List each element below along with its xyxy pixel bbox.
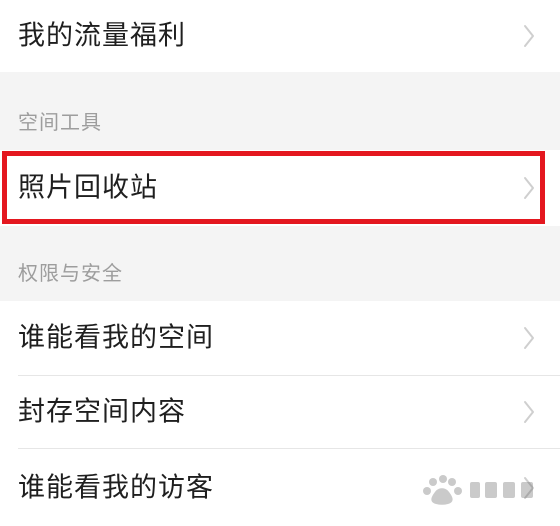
menu-item-label: 我的流量福利 [18,20,186,52]
menu-item-photo-recycle[interactable]: 照片回收站 [0,150,560,226]
section-title: 空间工具 [18,110,102,134]
baidu-jingyan-logo [415,470,550,510]
menu-item-label: 谁能看我的空间 [18,322,214,354]
menu-item-label: 谁能看我的访客 [18,472,214,503]
chevron-right-icon [523,176,535,200]
chevron-right-icon [523,326,535,350]
section-header-permissions-security: 权限与安全 [0,226,560,301]
section-header-space-tools: 空间工具 [0,72,560,150]
section-title: 权限与安全 [18,261,123,285]
menu-item-label: 封存空间内容 [18,396,186,428]
menu-item-who-can-view-space[interactable]: 谁能看我的空间 [0,301,560,375]
chevron-right-icon [523,400,535,424]
menu-item-archive-space-content[interactable]: 封存空间内容 [0,376,560,448]
chevron-right-icon [523,24,535,48]
settings-screen: 我的流量福利 空间工具 照片回收站 权限与安全 谁能看我的空间 封存空间内容 谁… [0,0,560,526]
menu-item-label: 照片回收站 [18,172,158,204]
menu-item-flow-benefit[interactable]: 我的流量福利 [0,0,560,72]
